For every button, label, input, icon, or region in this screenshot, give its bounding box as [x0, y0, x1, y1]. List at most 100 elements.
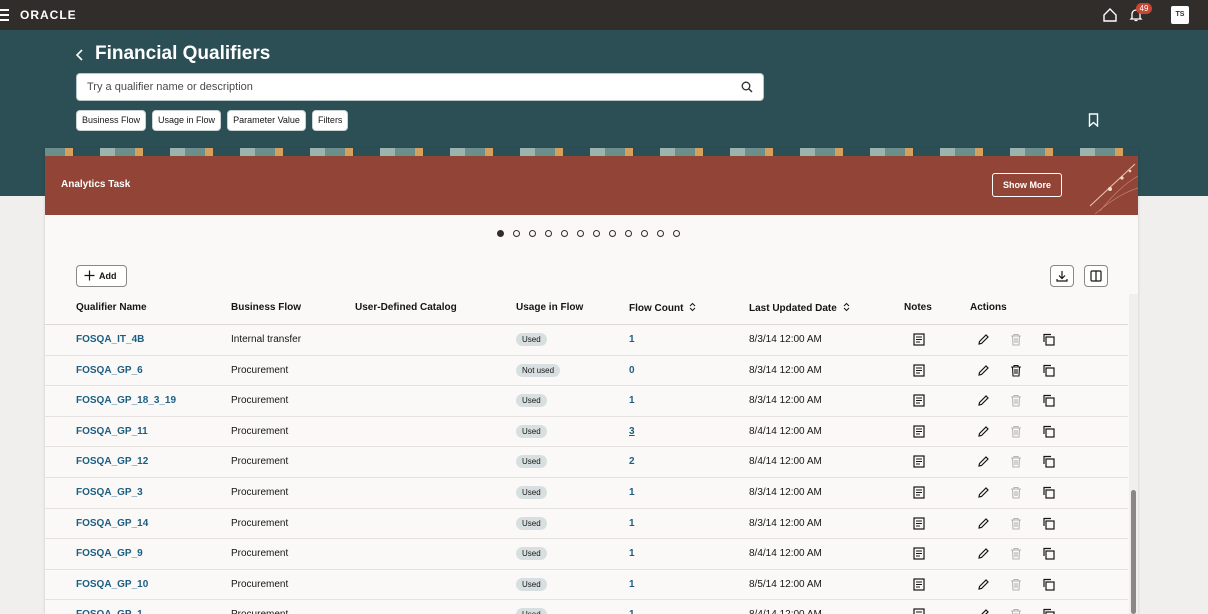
show-more-button[interactable]: Show More	[992, 173, 1063, 197]
col-last-updated-date[interactable]: Last Updated Date	[749, 302, 850, 314]
qualifier-name-link[interactable]: FOSQA_GP_6	[76, 365, 143, 376]
notes-icon[interactable]	[913, 363, 925, 377]
home-icon[interactable]	[1102, 7, 1118, 23]
duplicate-icon[interactable]	[1042, 425, 1055, 438]
notes-icon[interactable]	[913, 578, 925, 591]
duplicate-icon[interactable]	[1042, 578, 1055, 591]
carousel-dot[interactable]	[545, 230, 552, 237]
qualifier-name-link[interactable]: FOSQA_GP_12	[76, 456, 148, 467]
duplicate-icon[interactable]	[1042, 364, 1055, 377]
flow-count-link[interactable]: 0	[629, 365, 635, 376]
notes-icon[interactable]	[913, 333, 925, 346]
flow-count-link[interactable]: 2	[629, 456, 635, 467]
filter-parameter-value[interactable]: Parameter Value	[227, 110, 306, 131]
table-row[interactable]: FOSQA_GP_3 Procurement Used 1 8/3/14 12:00 A…	[45, 478, 1128, 509]
carousel-dot[interactable]	[529, 230, 536, 237]
duplicate-icon[interactable]	[1042, 486, 1055, 499]
qualifier-name-link[interactable]: FOSQA_IT_4B	[76, 334, 144, 345]
flow-count-link[interactable]: 1	[629, 518, 635, 529]
table-row[interactable]: FOSQA_GP_1 Procurement Used 1 8/4/14 12:00 A…	[45, 600, 1128, 614]
duplicate-icon[interactable]	[1042, 455, 1055, 468]
notes-icon[interactable]	[913, 547, 925, 560]
brand-logo[interactable]: ORACLE	[20, 8, 77, 22]
edit-icon[interactable]	[977, 455, 990, 468]
duplicate-icon[interactable]	[1042, 608, 1055, 614]
carousel-dot[interactable]	[625, 230, 632, 237]
flow-count-link[interactable]: 1	[629, 609, 635, 614]
carousel-dot[interactable]	[609, 230, 616, 237]
edit-icon[interactable]	[977, 517, 990, 530]
add-button[interactable]: Add	[76, 265, 127, 287]
qualifier-name-link[interactable]: FOSQA_GP_10	[76, 579, 148, 590]
carousel-dot[interactable]	[657, 230, 664, 237]
filter-business-flow[interactable]: Business Flow	[76, 110, 147, 131]
table-row[interactable]: FOSQA_GP_18_3_19 Procurement Used 1 8/3/14 1…	[45, 386, 1128, 417]
edit-icon[interactable]	[977, 333, 990, 346]
qualifier-name-link[interactable]: FOSQA_GP_18_3_19	[76, 395, 176, 406]
carousel-dot[interactable]	[641, 230, 648, 237]
edit-icon[interactable]	[977, 547, 990, 560]
carousel-dot[interactable]	[561, 230, 568, 237]
notes-icon[interactable]	[913, 394, 925, 407]
table-row[interactable]: FOSQA_GP_11 Procurement Used 3 8/4/14 12:00 …	[45, 417, 1128, 448]
edit-icon[interactable]	[977, 486, 990, 499]
duplicate-icon[interactable]	[1042, 394, 1055, 407]
edit-icon[interactable]	[977, 364, 990, 377]
table-row[interactable]: FOSQA_GP_10 Procurement Used 1 8/5/14 12:00 …	[45, 570, 1128, 601]
download-button[interactable]	[1050, 265, 1074, 287]
notes-icon[interactable]	[913, 425, 925, 438]
scrollbar-thumb[interactable]	[1131, 490, 1136, 614]
duplicate-icon[interactable]	[1042, 517, 1055, 530]
col-usage-in-flow[interactable]: Usage in Flow	[516, 302, 583, 313]
table-row[interactable]: FOSQA_GP_14 Procurement Used 1 8/3/14 12:00 …	[45, 509, 1128, 540]
user-avatar[interactable]: TS	[1171, 6, 1189, 24]
notes-icon[interactable]	[913, 486, 925, 499]
flow-count-link[interactable]: 1	[629, 548, 635, 559]
sort-icon[interactable]	[689, 302, 696, 312]
filter-usage-in-flow[interactable]: Usage in Flow	[152, 110, 222, 131]
edit-icon[interactable]	[977, 578, 990, 591]
col-qualifier-name[interactable]: Qualifier Name	[76, 302, 147, 313]
flow-count-link[interactable]: 3	[629, 426, 635, 437]
duplicate-icon[interactable]	[1042, 547, 1055, 560]
search-input[interactable]	[77, 74, 717, 100]
carousel-dot[interactable]	[593, 230, 600, 237]
search-icon[interactable]	[741, 81, 753, 93]
edit-icon[interactable]	[977, 608, 990, 614]
notes-icon[interactable]	[913, 608, 925, 614]
delete-icon[interactable]	[1010, 364, 1022, 377]
flow-count-link[interactable]: 1	[629, 395, 635, 406]
notes-icon[interactable]	[913, 455, 925, 468]
duplicate-icon[interactable]	[1042, 333, 1055, 346]
filter-more[interactable]: Filters	[311, 110, 349, 131]
table-row[interactable]: FOSQA_GP_12 Procurement Used 2 8/4/14 12:00 …	[45, 447, 1128, 478]
flow-count-link[interactable]: 1	[629, 487, 635, 498]
table-row[interactable]: FOSQA_IT_4B Internal transfer Used 1 8/3/14 …	[45, 325, 1128, 356]
qualifier-name-link[interactable]: FOSQA_GP_14	[76, 518, 148, 529]
edit-icon[interactable]	[977, 394, 990, 407]
carousel-dot[interactable]	[577, 230, 584, 237]
qualifier-name-link[interactable]: FOSQA_GP_11	[76, 426, 148, 437]
qualifier-name-link[interactable]: FOSQA_GP_3	[76, 487, 143, 498]
carousel-dot[interactable]	[513, 230, 520, 237]
sort-icon[interactable]	[843, 302, 850, 312]
business-flow-cell: Procurement	[231, 364, 289, 376]
back-icon[interactable]	[74, 48, 86, 62]
flow-count-link[interactable]: 1	[629, 334, 635, 345]
col-flow-count[interactable]: Flow Count	[629, 302, 696, 314]
menu-icon[interactable]	[0, 9, 9, 21]
col-user-defined-catalog[interactable]: User-Defined Catalog	[355, 302, 457, 313]
table-row[interactable]: FOSQA_GP_9 Procurement Used 1 8/4/14 12:00 A…	[45, 539, 1128, 570]
flow-count-link[interactable]: 1	[629, 579, 635, 590]
edit-icon[interactable]	[977, 425, 990, 438]
bookmark-icon[interactable]	[1088, 113, 1099, 127]
notes-icon[interactable]	[913, 516, 925, 530]
usage-badge: Used	[516, 485, 547, 499]
columns-button[interactable]	[1084, 265, 1108, 287]
qualifier-name-link[interactable]: FOSQA_GP_1	[76, 609, 143, 614]
col-business-flow[interactable]: Business Flow	[231, 302, 301, 313]
carousel-dot[interactable]	[497, 230, 504, 237]
table-row[interactable]: FOSQA_GP_6 Procurement Not used 0 8/3/14 12:…	[45, 356, 1128, 387]
carousel-dot[interactable]	[673, 230, 680, 237]
qualifier-name-link[interactable]: FOSQA_GP_9	[76, 548, 143, 559]
